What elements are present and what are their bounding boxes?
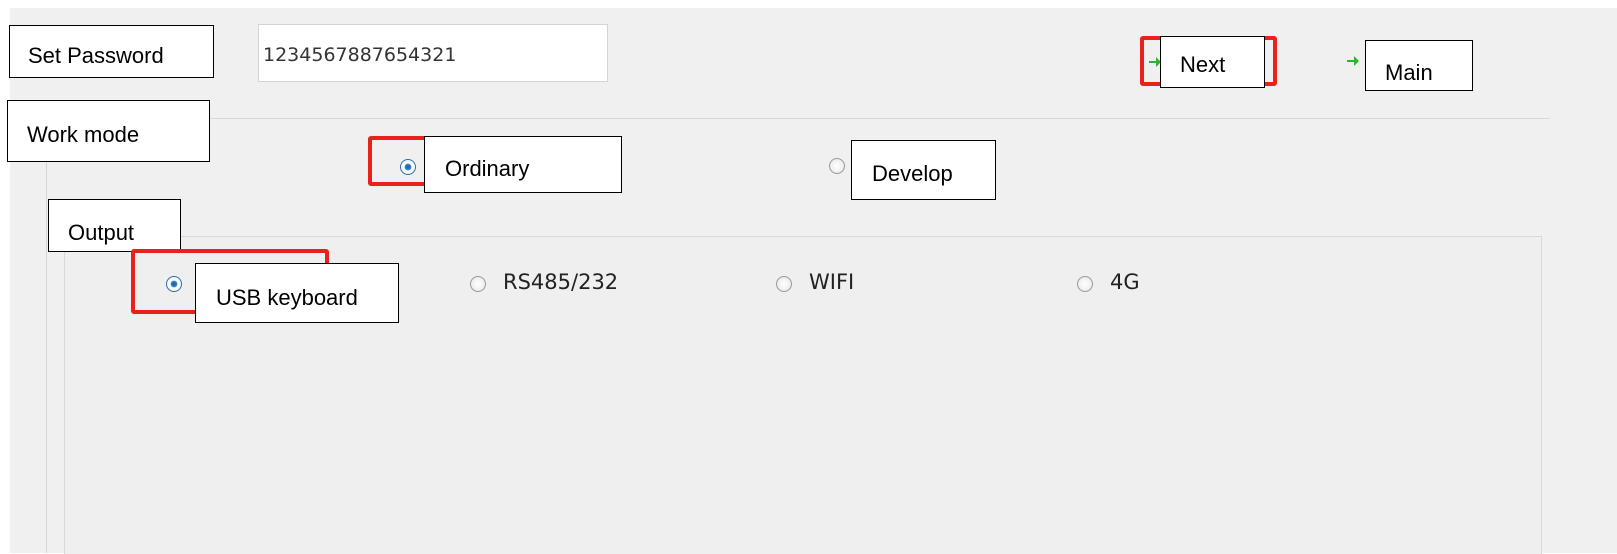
group-left-border: [46, 118, 47, 553]
arrow-right-icon: [1347, 56, 1359, 66]
ordinary-option-label[interactable]: Ordinary: [424, 136, 622, 193]
rs485-option-label[interactable]: RS485/232: [503, 270, 618, 294]
main-button[interactable]: Main: [1365, 40, 1473, 91]
develop-radio[interactable]: [829, 158, 845, 174]
4g-radio[interactable]: [1077, 276, 1093, 292]
ordinary-radio[interactable]: [400, 159, 416, 175]
set-password-label: Set Password: [9, 25, 214, 78]
develop-option-label[interactable]: Develop: [851, 140, 996, 200]
wifi-radio[interactable]: [776, 276, 792, 292]
password-input[interactable]: 1234567887654321: [258, 24, 608, 82]
work-mode-label: Work mode: [7, 100, 210, 162]
wifi-option-label[interactable]: WIFI: [809, 270, 854, 294]
usb-keyboard-radio[interactable]: [166, 276, 182, 292]
usb-keyboard-option-label[interactable]: USB keyboard: [195, 263, 399, 323]
rs485-radio[interactable]: [470, 276, 486, 292]
next-button[interactable]: Next: [1160, 36, 1265, 88]
output-label: Output: [48, 199, 181, 252]
4g-option-label[interactable]: 4G: [1110, 270, 1140, 294]
work-mode-group-border: [40, 118, 1550, 119]
